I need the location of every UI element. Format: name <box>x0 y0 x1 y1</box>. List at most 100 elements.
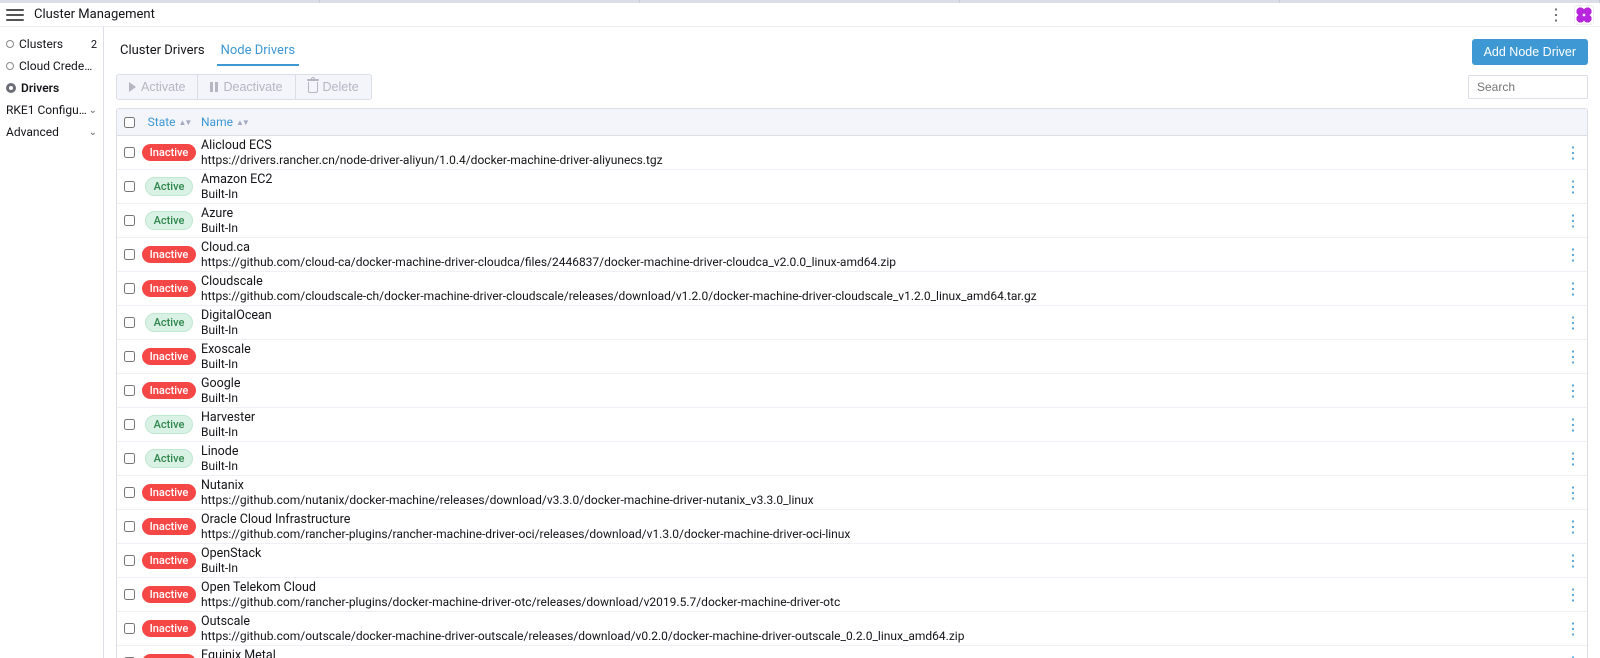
tab-node-drivers[interactable]: Node Drivers <box>217 37 299 66</box>
row-kebab-icon[interactable]: ⋮ <box>1565 419 1581 431</box>
driver-source: https://github.com/cloud-ca/docker-machi… <box>201 255 1559 269</box>
row-kebab-icon[interactable]: ⋮ <box>1565 623 1581 635</box>
driver-name: Harvester <box>201 410 1559 425</box>
row-checkbox[interactable] <box>124 249 135 260</box>
driver-name: Google <box>201 376 1559 391</box>
driver-source: https://github.com/cloudscale-ch/docker-… <box>201 289 1559 303</box>
table-row: InactiveAlicloud ECShttps://drivers.ranc… <box>117 136 1587 170</box>
table-row: Inactive Oracle Cloud Infrastructurehttps… <box>117 510 1587 544</box>
avatar[interactable] <box>1574 5 1594 25</box>
sort-icon: ▲▼ <box>236 118 248 127</box>
driver-source: Built-In <box>201 391 1559 405</box>
delete-button[interactable]: Delete <box>296 74 372 100</box>
row-checkbox[interactable] <box>124 283 135 294</box>
table-row: Inactive OpenStackBuilt-In ⋮ <box>117 544 1587 578</box>
column-state[interactable]: State ▲▼ <box>148 115 191 129</box>
status-badge: Inactive <box>142 144 197 161</box>
table-row: Active DigitalOceanBuilt-In ⋮ <box>117 306 1587 340</box>
row-checkbox[interactable] <box>124 215 135 226</box>
status-badge: Active <box>145 313 194 332</box>
row-checkbox[interactable] <box>124 181 135 192</box>
activate-button[interactable]: Activate <box>116 74 198 100</box>
row-checkbox[interactable] <box>124 487 135 498</box>
table-row: InactiveCloud.cahttps://github.com/cloud… <box>117 238 1587 272</box>
row-kebab-icon[interactable]: ⋮ <box>1565 453 1581 465</box>
select-all-checkbox[interactable] <box>124 117 135 128</box>
sidebar-group-rke1-configuration[interactable]: RKE1 Configuration⌄ <box>0 99 103 121</box>
row-checkbox[interactable] <box>124 453 135 464</box>
status-badge: Active <box>145 415 194 434</box>
row-checkbox[interactable] <box>124 317 135 328</box>
page-title: Cluster Management <box>34 7 155 22</box>
table-row: InactiveCloudscalehttps://github.com/clo… <box>117 272 1587 306</box>
sidebar-group-advanced[interactable]: Advanced⌄ <box>0 121 103 143</box>
row-kebab-icon[interactable]: ⋮ <box>1565 181 1581 193</box>
table-row: InactiveOutscalehttps://github.com/outsc… <box>117 612 1587 646</box>
row-kebab-icon[interactable]: ⋮ <box>1565 521 1581 533</box>
tab-cluster-drivers[interactable]: Cluster Drivers <box>116 37 209 66</box>
status-badge: Inactive <box>142 484 197 501</box>
row-kebab-icon[interactable]: ⋮ <box>1565 283 1581 295</box>
table-row: Inactive Open Telekom Cloudhttps://github… <box>117 578 1587 612</box>
driver-name: Exoscale <box>201 342 1559 357</box>
sidebar-item-clusters[interactable]: Clusters2 <box>0 33 103 55</box>
row-kebab-icon[interactable]: ⋮ <box>1565 555 1581 567</box>
add-node-driver-button[interactable]: Add Node Driver <box>1472 39 1588 65</box>
row-checkbox[interactable] <box>124 351 135 362</box>
driver-name: Linode <box>201 444 1559 459</box>
row-checkbox[interactable] <box>124 589 135 600</box>
search-input[interactable] <box>1468 75 1588 99</box>
menu-toggle-icon[interactable] <box>6 9 24 21</box>
chevron-down-icon: ⌄ <box>89 127 97 138</box>
bulk-action-group: Activate Deactivate Delete <box>116 74 372 100</box>
table-row: ActiveAmazon EC2Built-In⋮ <box>117 170 1587 204</box>
row-kebab-icon[interactable]: ⋮ <box>1565 249 1581 261</box>
row-checkbox[interactable] <box>124 419 135 430</box>
status-badge: Inactive <box>142 518 197 535</box>
status-badge: Inactive <box>142 586 197 603</box>
status-badge: Active <box>145 177 194 196</box>
driver-source: Built-In <box>201 323 1559 337</box>
table-row: ActiveHarvesterBuilt-In⋮ <box>117 408 1587 442</box>
driver-name: OpenStack <box>201 546 1559 561</box>
column-name[interactable]: Name ▲▼ <box>201 115 1559 129</box>
trash-icon <box>308 82 318 93</box>
tabs: Cluster Drivers Node Drivers <box>116 37 299 66</box>
row-kebab-icon[interactable]: ⋮ <box>1565 351 1581 363</box>
sidebar-group-label: RKE1 Configuration <box>6 103 89 117</box>
driver-name: Open Telekom Cloud <box>201 580 1559 595</box>
driver-source: https://github.com/rancher-plugins/docke… <box>201 595 1559 609</box>
driver-name: DigitalOcean <box>201 308 1559 323</box>
row-kebab-icon[interactable]: ⋮ <box>1565 147 1581 159</box>
driver-name: Oracle Cloud Infrastructure <box>201 512 1559 527</box>
row-kebab-icon[interactable]: ⋮ <box>1565 215 1581 227</box>
row-checkbox[interactable] <box>124 147 135 158</box>
driver-name: Outscale <box>201 614 1559 629</box>
browser-tab-strip <box>0 0 1600 3</box>
deactivate-button[interactable]: Deactivate <box>198 74 295 100</box>
sidebar-item-drivers[interactable]: Drivers <box>0 77 103 99</box>
sidebar: Clusters2Cloud CredentialsDriversRKE1 Co… <box>0 27 104 658</box>
circle-icon <box>6 62 14 70</box>
drivers-table: State ▲▼ Name ▲▼ InactiveAlicloud ECShtt… <box>116 108 1588 658</box>
row-checkbox[interactable] <box>124 623 135 634</box>
row-checkbox[interactable] <box>124 385 135 396</box>
table-row: InactiveExoscaleBuilt-In⋮ <box>117 340 1587 374</box>
row-kebab-icon[interactable]: ⋮ <box>1565 385 1581 397</box>
status-badge: Active <box>145 449 194 468</box>
driver-source: https://github.com/rancher-plugins/ranch… <box>201 527 1559 541</box>
app-header: Cluster Management ⋮ <box>0 3 1600 27</box>
status-badge: Inactive <box>142 280 197 297</box>
driver-name: Azure <box>201 206 1559 221</box>
driver-source: Built-In <box>201 221 1559 235</box>
status-badge: Inactive <box>142 552 197 569</box>
header-kebab-icon[interactable]: ⋮ <box>1544 5 1568 24</box>
row-checkbox[interactable] <box>124 521 135 532</box>
row-kebab-icon[interactable]: ⋮ <box>1565 487 1581 499</box>
row-checkbox[interactable] <box>124 555 135 566</box>
sidebar-item-cloud-credentials[interactable]: Cloud Credentials <box>0 55 103 77</box>
driver-source: Built-In <box>201 561 1559 575</box>
table-row: ActiveAzureBuilt-In⋮ <box>117 204 1587 238</box>
row-kebab-icon[interactable]: ⋮ <box>1565 317 1581 329</box>
row-kebab-icon[interactable]: ⋮ <box>1565 589 1581 601</box>
